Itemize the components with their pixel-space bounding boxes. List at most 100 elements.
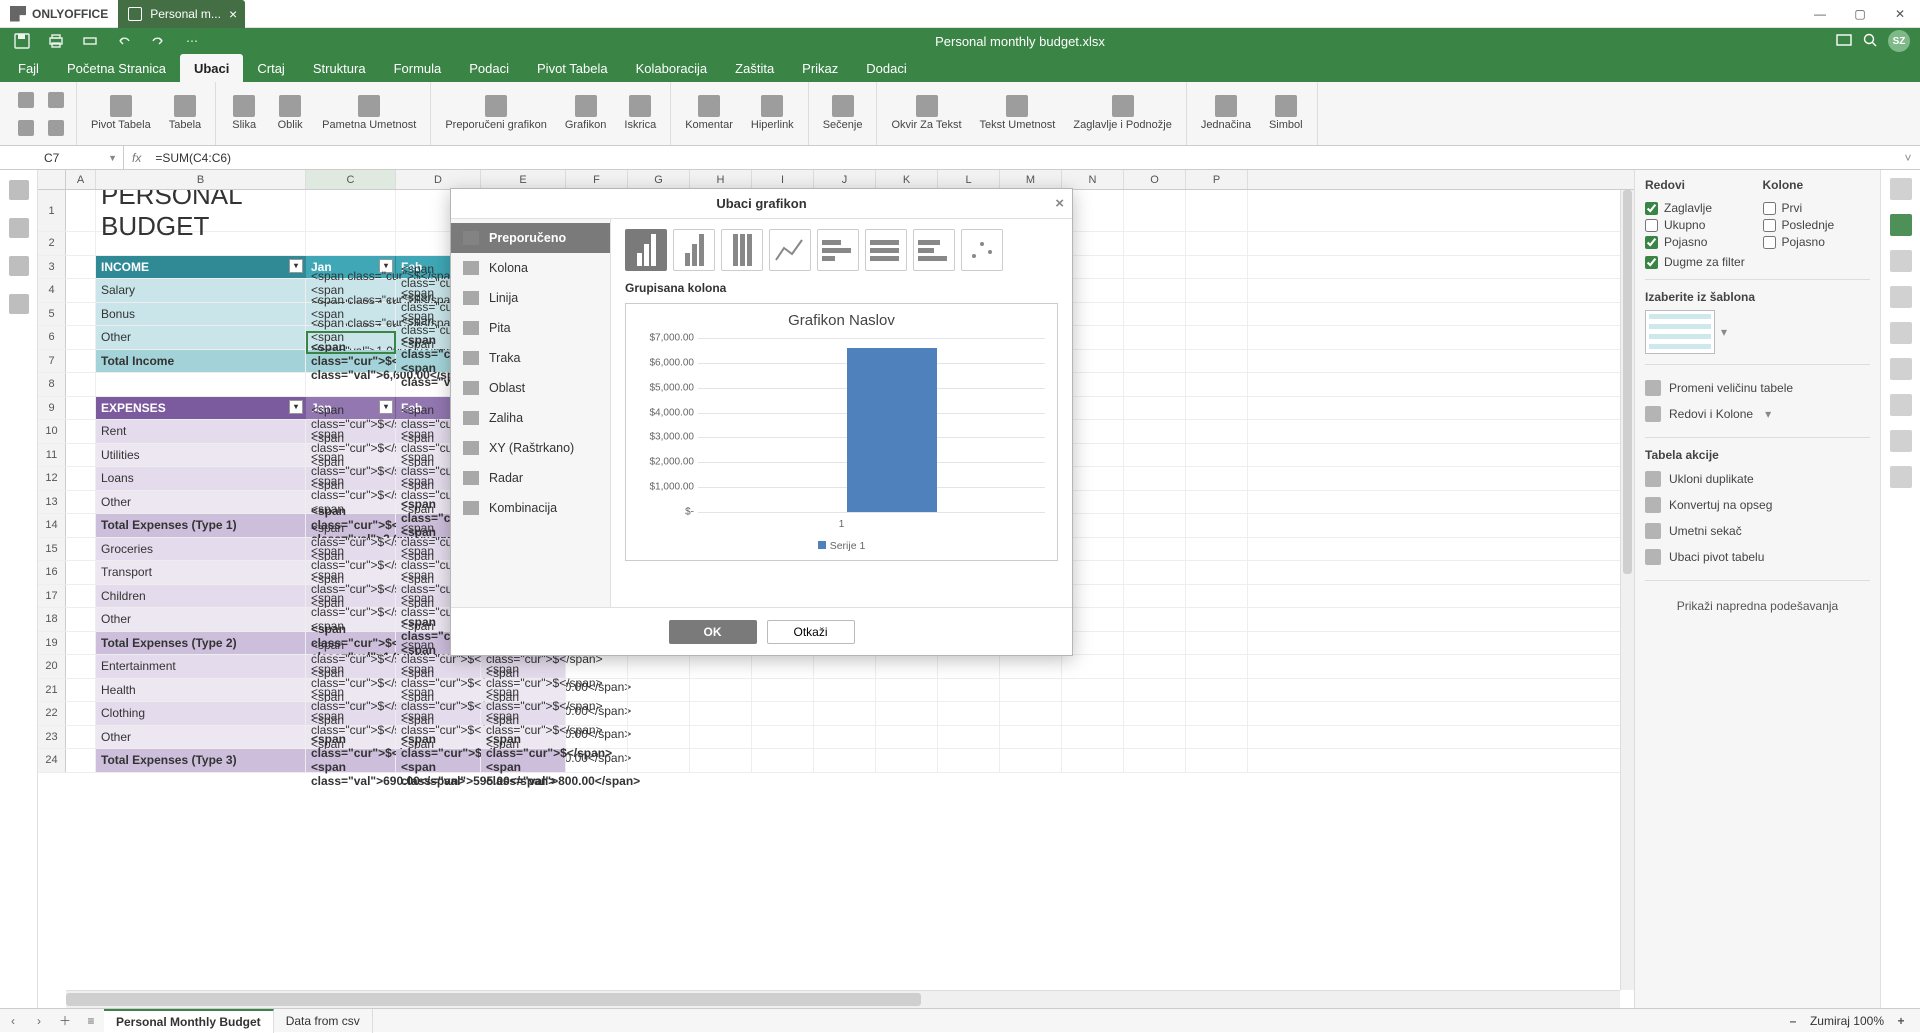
table-settings-icon[interactable] [1890,214,1912,236]
cell[interactable] [1186,514,1248,537]
cell[interactable] [1186,326,1248,349]
cell[interactable] [1186,467,1248,490]
chart-category-item[interactable]: Oblast [451,373,610,403]
row-header[interactable]: 19 [38,632,66,655]
close-dialog-icon[interactable]: × [1055,195,1064,212]
col-header[interactable]: D [396,170,481,189]
col-header[interactable]: B [96,170,306,189]
cell[interactable] [1186,679,1248,702]
expand-formula-icon[interactable]: ˅ [1896,151,1920,165]
menu-podaci[interactable]: Podaci [455,54,523,82]
cell[interactable] [566,749,628,772]
cell[interactable] [938,749,1000,772]
row-header[interactable]: 12 [38,467,66,490]
cell[interactable]: Other [96,326,306,349]
minimize-button[interactable]: — [1800,0,1840,28]
row-header[interactable]: 2 [38,232,66,255]
cell[interactable] [1000,749,1062,772]
row-header[interactable]: 10 [38,420,66,443]
cell[interactable]: Transport [96,561,306,584]
next-sheet-icon[interactable]: › [26,1014,52,1028]
cell[interactable] [66,491,96,514]
cell[interactable] [1186,190,1248,231]
cell[interactable] [938,702,1000,725]
chart-thumb-bar-3[interactable] [913,229,955,271]
menu-struktura[interactable]: Struktura [299,54,380,82]
cell[interactable] [1124,632,1186,655]
cell[interactable]: Other [96,726,306,749]
menu-pivot[interactable]: Pivot Tabela [523,54,622,82]
chart-thumb-column-stacked[interactable] [721,229,763,271]
menu-fajl[interactable]: Fajl [4,54,53,82]
row-header[interactable]: 22 [38,702,66,725]
quick-print-icon[interactable] [80,31,100,51]
row-header[interactable]: 6 [38,326,66,349]
cell[interactable] [1124,608,1186,631]
col-header[interactable]: G [628,170,690,189]
cell[interactable]: <span class="cur">$</span><span class="v… [396,749,481,772]
cb-total-row[interactable]: Ukupno [1645,218,1753,232]
cell[interactable] [66,467,96,490]
cell[interactable] [66,585,96,608]
cell[interactable] [66,303,96,326]
col-header[interactable]: C [306,170,396,189]
row-header[interactable]: 17 [38,585,66,608]
qat-more-icon[interactable]: ⋯ [182,31,202,51]
cell[interactable] [1186,373,1248,396]
table-template-thumb[interactable] [1645,310,1715,354]
cell[interactable]: Total Income [96,350,306,373]
cell[interactable] [876,655,938,678]
cb-filter-button[interactable]: Dugme za filter [1645,255,1870,269]
comment-button[interactable]: Komentar [679,91,739,136]
cell[interactable] [1186,749,1248,772]
menu-kolab[interactable]: Kolaboracija [622,54,722,82]
textbox-button[interactable]: Okvir Za Tekst [885,91,967,136]
user-avatar[interactable]: SZ [1888,30,1910,52]
recommended-chart-button[interactable]: Preporučeni grafikon [439,91,553,136]
row-header[interactable]: 5 [38,303,66,326]
remove-duplicates-button[interactable]: Ukloni duplikate [1645,466,1870,492]
cell-settings-icon[interactable] [1890,178,1912,200]
cell[interactable] [66,326,96,349]
col-header[interactable]: F [566,170,628,189]
cell[interactable] [876,702,938,725]
cell[interactable]: Salary [96,279,306,302]
name-box[interactable]: C7 ▼ [38,146,124,169]
cell[interactable] [1186,279,1248,302]
redo-icon[interactable] [148,31,168,51]
search-icon[interactable] [9,180,29,200]
col-header[interactable]: O [1124,170,1186,189]
cell[interactable] [1124,491,1186,514]
sheet-tab-1[interactable]: Personal Monthly Budget [104,1009,274,1033]
copy-icon[interactable] [14,88,38,112]
row-header[interactable]: 21 [38,679,66,702]
cell[interactable] [876,726,938,749]
menu-dodaci[interactable]: Dodaci [852,54,920,82]
fx-icon[interactable]: fx [124,151,149,165]
insert-slicer-button[interactable]: Umetni sekač [1645,518,1870,544]
add-sheet-icon[interactable]: ＋ [52,1012,78,1029]
equation-button[interactable]: Jednačina [1195,91,1257,136]
col-header[interactable]: L [938,170,1000,189]
format-painter-icon[interactable] [44,116,68,140]
row-header[interactable]: 20 [38,655,66,678]
cell[interactable] [690,726,752,749]
cb-header-row[interactable]: Zaglavlje [1645,201,1753,215]
undo-icon[interactable] [114,31,134,51]
cell[interactable] [1124,303,1186,326]
cell[interactable] [1124,373,1186,396]
row-header[interactable]: 4 [38,279,66,302]
zoom-level[interactable]: Zumiraj 100% [1810,1014,1884,1028]
cell[interactable] [938,679,1000,702]
cell[interactable] [1186,702,1248,725]
cell[interactable] [628,679,690,702]
cell[interactable] [66,514,96,537]
signature-icon[interactable] [1890,466,1912,488]
text-settings-icon[interactable] [1890,358,1912,380]
row-header[interactable]: 24 [38,749,66,772]
cell[interactable] [1186,655,1248,678]
cell[interactable]: EXPENSES▾ [96,397,306,420]
cell[interactable] [752,655,814,678]
cell[interactable]: <span class="cur">$</span><span class="v… [306,350,396,373]
row-header[interactable]: 14 [38,514,66,537]
